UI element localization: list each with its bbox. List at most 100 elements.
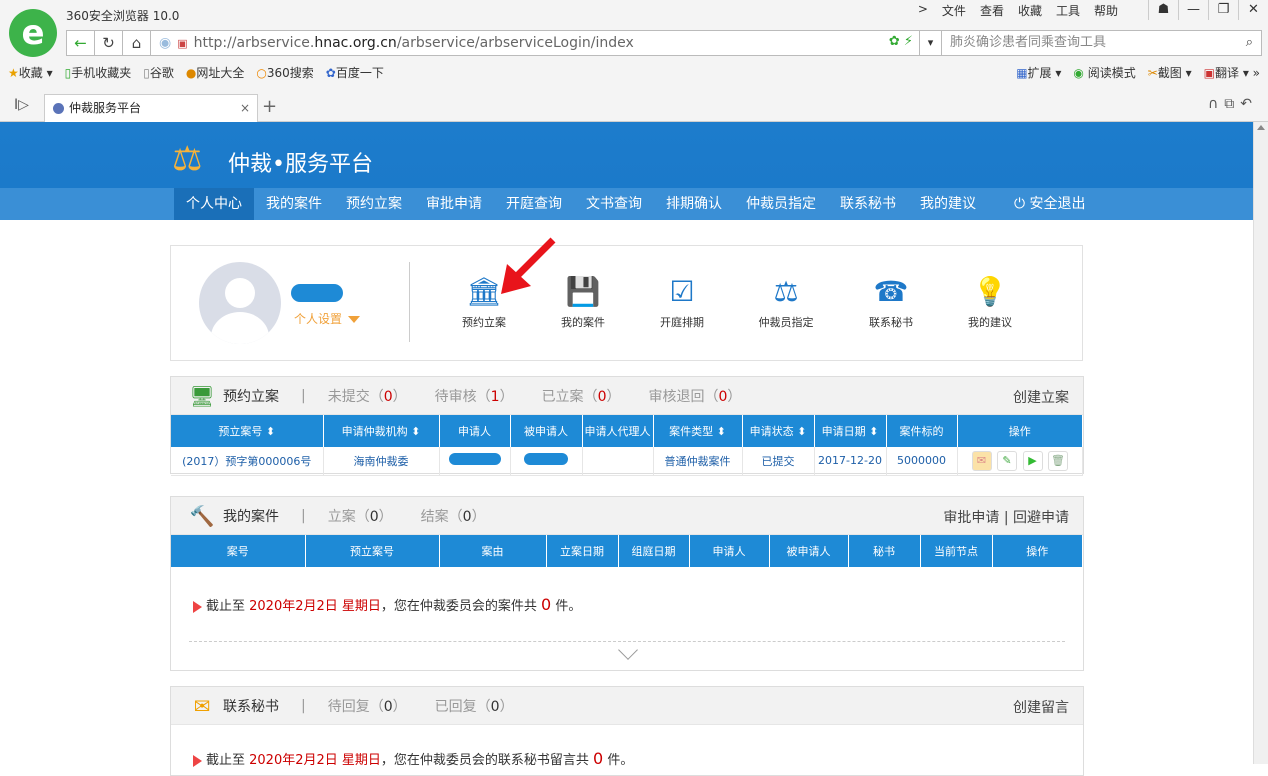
tab-tools-icon[interactable]: ∩⧉↶	[1208, 96, 1258, 112]
red-arrow-icon	[501, 237, 556, 294]
col-agent: 申请人代理人	[582, 415, 654, 447]
nav-my-cases[interactable]: 我的案件	[254, 188, 334, 220]
approval-avoidance-links[interactable]: 审批申请 | 回避申请	[943, 507, 1069, 527]
skin-icon[interactable]: ☗	[1148, 0, 1178, 20]
url-bar[interactable]: ◉ ▣ http://arbservice. hnac.org.cn/arbser…	[150, 30, 920, 56]
globe-icon: ●	[185, 66, 197, 80]
search-icon[interactable]: ⌕	[1246, 31, 1253, 55]
col-case-no: 案号	[171, 535, 306, 567]
nav-suggestions[interactable]: 我的建议	[908, 188, 988, 220]
filing-panel: 🖥 预约立案 | 未提交（0） 待审核（1） 已立案（0） 审核退回（0） 创建…	[170, 376, 1084, 476]
bookmark-mobile[interactable]: ▯手机收藏夹	[65, 64, 132, 81]
cases-table: 案号 预立案号 案由 立案日期 组庭日期 申请人 被申请人 秘书 当前节点 操作	[171, 535, 1083, 567]
bookmark-favorites[interactable]: ★收藏 ▾	[8, 64, 53, 81]
menu-file[interactable]: 文件	[942, 2, 966, 19]
filing-count-returned[interactable]: 审核退回（0）	[648, 386, 741, 406]
col-amount: 案件标的	[886, 415, 958, 447]
reader-mode-button[interactable]: ◉ 阅读模式	[1073, 64, 1135, 81]
scroll-up-icon[interactable]	[1257, 125, 1265, 130]
grid-icon: ▦	[1016, 66, 1028, 80]
search-input[interactable]: 肺炎确诊患者同乘查询工具 ⌕	[942, 30, 1262, 56]
create-filing-button[interactable]: 创建立案	[1013, 387, 1069, 407]
expand-chevron-icon[interactable]	[618, 640, 638, 660]
scales-icon: ⚖	[773, 275, 799, 308]
bookmark-360search[interactable]: ○360搜索	[256, 64, 313, 81]
speed-mode-icon[interactable]: ✿ ⚡	[889, 34, 913, 49]
quick-hearing-schedule[interactable]: ☑ 开庭排期	[642, 274, 722, 330]
nav-personal-center[interactable]: 个人中心	[174, 188, 254, 220]
minimize-icon[interactable]: —	[1178, 0, 1208, 20]
envelope-icon: ✉	[193, 693, 211, 718]
tab-arbitration[interactable]: 仲裁服务平台 ×	[44, 94, 258, 122]
case-number-link[interactable]: (2017）预字第000006号	[171, 447, 324, 476]
menu-tools[interactable]: 工具	[1056, 2, 1080, 19]
gavel-icon: 🔨	[189, 503, 215, 528]
page-icon: ▯	[143, 66, 150, 80]
scrollbar[interactable]	[1253, 122, 1268, 764]
secretary-count-replied[interactable]: 已回复（0）	[435, 696, 514, 716]
nav-contact-secretary[interactable]: 联系秘书	[828, 188, 908, 220]
submit-icon[interactable]: ▶	[1022, 450, 1043, 471]
home-button[interactable]: ⌂	[122, 30, 151, 56]
screenshot-button[interactable]: ✂截图 ▾	[1148, 64, 1192, 81]
logout-button[interactable]: ⏻ 安全退出	[1002, 188, 1098, 220]
cases-count-filed[interactable]: 立案（0）	[328, 506, 393, 526]
back-button[interactable]: ←	[66, 30, 95, 56]
reader-icon: ◉	[1073, 66, 1084, 80]
filing-count-unsubmitted[interactable]: 未提交（0）	[328, 386, 407, 406]
filing-count-filed[interactable]: 已立案（0）	[542, 386, 621, 406]
bookmark-google[interactable]: ▯谷歌	[143, 64, 174, 81]
col-cause: 案由	[439, 535, 547, 567]
url-prefix: http://arbservice.	[193, 35, 315, 51]
new-tab-icon[interactable]: +	[262, 96, 277, 117]
col-case-type[interactable]: 案件类型 ⬍	[653, 415, 743, 447]
sidebar-toggle-icon[interactable]: I▷	[14, 97, 29, 113]
menu-help[interactable]: 帮助	[1094, 2, 1118, 19]
extensions-button[interactable]: ▦扩展 ▾	[1016, 64, 1061, 81]
personal-settings[interactable]: 个人设置	[294, 310, 361, 327]
secretary-count-pending[interactable]: 待回复（0）	[328, 696, 407, 716]
delete-icon[interactable]: 🗑	[1048, 450, 1068, 471]
bookmark-baidu[interactable]: ✿百度一下	[326, 64, 384, 81]
bookmark-sites[interactable]: ●网址大全	[186, 64, 245, 81]
nav-document-query[interactable]: 文书查询	[574, 188, 654, 220]
menu-view[interactable]: 查看	[980, 2, 1004, 19]
redacted-respondent	[524, 453, 568, 466]
nav-schedule-confirm[interactable]: 排期确认	[654, 188, 734, 220]
secretary-panel-header: ✉ 联系秘书 | 待回复（0） 已回复（0） 创建留言	[171, 687, 1083, 725]
quick-suggestions[interactable]: 💡 我的建议	[950, 274, 1030, 330]
close-window-icon[interactable]: ✕	[1238, 0, 1268, 20]
reload-button[interactable]: ↻	[94, 30, 123, 56]
col-date[interactable]: 申请日期 ⬍	[814, 415, 887, 447]
translate-button[interactable]: ▣翻译 ▾ »	[1204, 64, 1260, 81]
divider	[409, 262, 410, 342]
col-institution[interactable]: 申请仲裁机构 ⬍	[323, 415, 440, 447]
nav-approval[interactable]: 审批申请	[414, 188, 494, 220]
secretary-panel-title: 联系秘书	[223, 698, 279, 715]
close-tab-icon[interactable]: ×	[240, 95, 250, 121]
bookmarks-bar: ★收藏 ▾ ▯手机收藏夹 ▯谷歌 ●网址大全 ○360搜索 ✿百度一下 ▦扩展 …	[8, 64, 1260, 81]
nav-filing-booking[interactable]: 预约立案	[334, 188, 414, 220]
tab-title: 仲裁服务平台	[69, 101, 142, 115]
col-status[interactable]: 申请状态 ⬍	[742, 415, 815, 447]
nav-hearing-query[interactable]: 开庭查询	[494, 188, 574, 220]
menu-favorites[interactable]: 收藏	[1018, 2, 1042, 19]
quick-arbitrator[interactable]: ⚖ 仲裁员指定	[746, 274, 826, 330]
create-message-button[interactable]: 创建留言	[1013, 697, 1069, 717]
menu-chevron-icon[interactable]: >	[918, 2, 928, 19]
site-header: ⚖ 仲裁•服务平台 个人中心 我的案件 预约立案 审批申请 开庭查询 文书查询 …	[0, 122, 1253, 220]
redacted-username	[291, 284, 343, 302]
view-icon[interactable]: ✉	[971, 450, 992, 471]
secretary-notice: 截止至 2020年2月2日 星期日，您在仲裁委员会的联系秘书留言共 0 件。	[171, 725, 1083, 768]
scales-icon: ⚖	[172, 139, 203, 179]
restore-icon[interactable]: ❐	[1208, 0, 1238, 20]
filing-count-pending[interactable]: 待审核（1）	[435, 386, 514, 406]
quick-contact-secretary[interactable]: ☎ 联系秘书	[851, 274, 931, 330]
nav-arbitrator[interactable]: 仲裁员指定	[734, 188, 828, 220]
url-path: /arbservice/arbserviceLogin/index	[396, 35, 634, 51]
cases-count-closed[interactable]: 结案（0）	[421, 506, 486, 526]
col-prefiling-no[interactable]: 预立案号 ⬍	[171, 415, 324, 447]
url-dropdown-icon[interactable]: ▾	[920, 30, 942, 56]
edit-icon[interactable]: ✎	[997, 450, 1017, 471]
translate-icon: ▣	[1203, 66, 1215, 80]
